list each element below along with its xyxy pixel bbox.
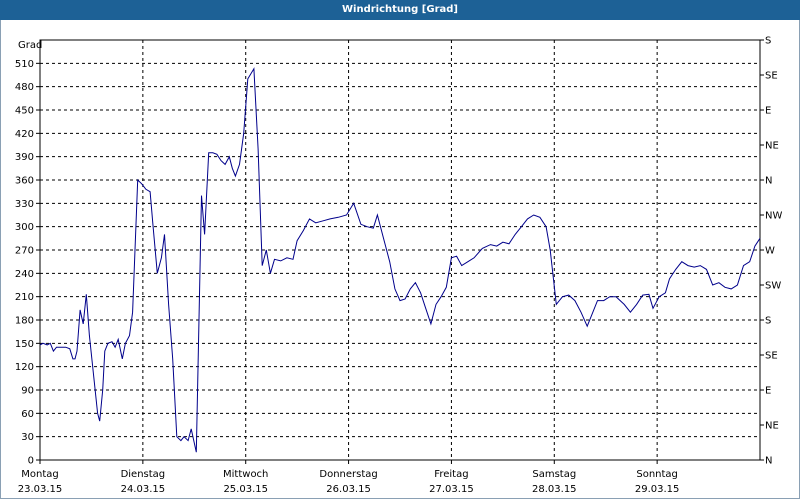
x-tick-date: 27.03.15: [429, 484, 474, 495]
grid-lines: [36, 39, 764, 464]
x-tick-day: Freitag: [434, 469, 468, 480]
right-tick-label: NE: [765, 421, 779, 432]
x-tick-date: 29.03.15: [635, 484, 680, 495]
y-tick-label: 30: [21, 432, 34, 443]
y-tick-label: 90: [21, 386, 34, 397]
y-tick-label: 0: [28, 456, 34, 467]
right-tick-label: NE: [765, 141, 779, 152]
y-tick-label: 60: [21, 409, 34, 420]
y-tick-label: 270: [15, 246, 34, 257]
x-tick-day: Dienstag: [121, 469, 166, 480]
x-tick-date: 28.03.15: [532, 484, 577, 495]
y-tick-label: 360: [15, 176, 34, 187]
right-tick-label: N: [765, 456, 772, 467]
right-tick-label: SE: [765, 71, 778, 82]
right-tick-label: SW: [765, 281, 781, 292]
x-tick-day: Montag: [21, 469, 58, 480]
x-tick-day: Mittwoch: [223, 469, 268, 480]
y-tick-label: 120: [15, 362, 34, 373]
y-tick-label: 390: [15, 152, 34, 163]
y-tick-label: 450: [15, 106, 34, 117]
y-tick-label: 180: [15, 316, 34, 327]
x-tick-day: Samstag: [532, 469, 576, 480]
y-tick-label: 240: [15, 269, 34, 280]
y-tick-label: 510: [15, 59, 34, 70]
y-tick-label: 300: [15, 222, 34, 233]
x-tick-day: Sonntag: [636, 469, 678, 480]
x-tick-date: 26.03.15: [326, 484, 371, 495]
y-axis-label: Grad: [18, 40, 42, 51]
x-tick-date: 23.03.15: [18, 484, 63, 495]
right-tick-label: E: [765, 386, 771, 397]
y-tick-label: 480: [15, 82, 34, 93]
series-line-wind-direction: [39, 67, 761, 453]
y-tick-label: 420: [15, 129, 34, 140]
right-tick-label: N: [765, 176, 772, 187]
y-tick-label: 150: [15, 339, 34, 350]
x-tick-date: 25.03.15: [223, 484, 268, 495]
x-tick-date: 24.03.15: [121, 484, 166, 495]
right-tick-label: NW: [765, 211, 782, 222]
y-tick-labels: 0 30 60 90 120 150 180 210 240 270 300 330 360 390 420…: [15, 59, 34, 467]
right-tick-label: S: [765, 36, 771, 47]
right-tick-label: S: [765, 316, 771, 327]
right-axis-labels: N NE E SE S SW W NW N NE E SE S: [765, 36, 782, 467]
right-tick-label: W: [765, 246, 775, 257]
right-tick-label: E: [765, 106, 771, 117]
x-tick-day: Donnerstag: [319, 469, 377, 480]
x-tick-labels: Montag 23.03.15 Dienstag 24.03.15 Mittwoch 25…: [18, 469, 680, 495]
y-tick-label: 210: [15, 292, 34, 303]
wind-direction-chart: Grad 0 30 60 90 120 150 180 210 240 270 300 330 360 3…: [15, 36, 783, 496]
y-tick-label: 330: [15, 199, 34, 210]
right-tick-label: SE: [765, 351, 778, 362]
